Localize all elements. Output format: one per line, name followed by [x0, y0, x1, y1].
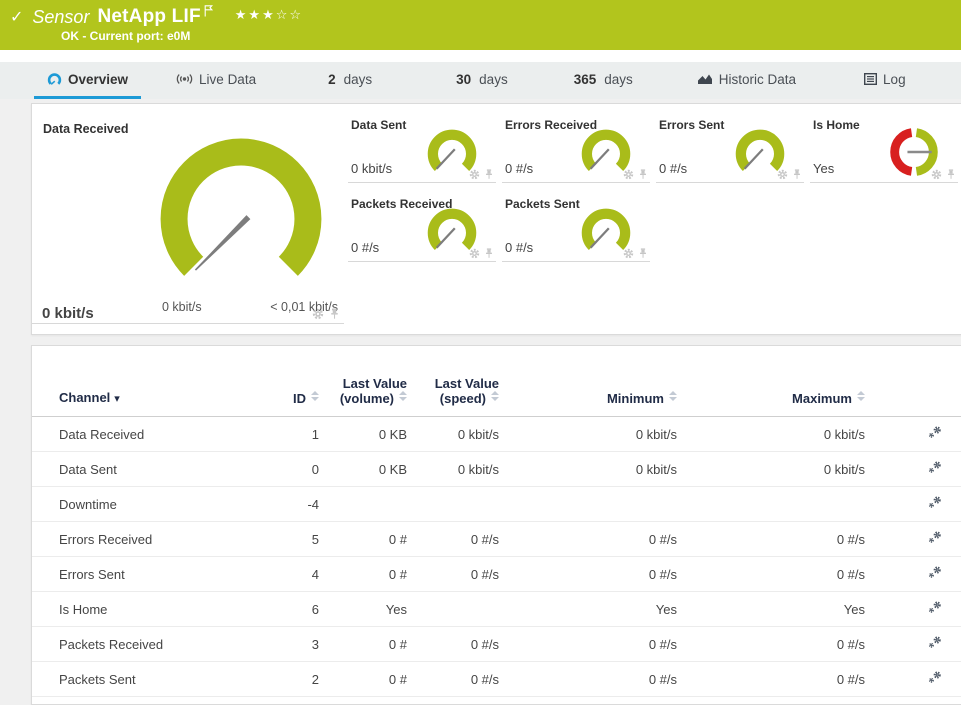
- empty-cell: [810, 191, 958, 262]
- column-header-channel[interactable]: Channel▾: [32, 346, 259, 417]
- tab-365-days[interactable]: 365days: [561, 62, 646, 99]
- tab-live-data[interactable]: Live Data: [163, 62, 269, 99]
- column-header-actions: [865, 346, 961, 417]
- pin-icon[interactable]: [329, 308, 340, 320]
- primary-gauge-title: Data Received: [43, 122, 128, 136]
- channel-name: Data Received: [32, 417, 259, 452]
- sort-icon: [491, 391, 499, 401]
- pin-icon[interactable]: [946, 169, 956, 180]
- channel-settings-gears-icon[interactable]: [928, 496, 942, 509]
- tab-log[interactable]: Log: [851, 62, 919, 99]
- tab-overview[interactable]: Overview: [34, 62, 141, 99]
- primary-gauge-value: 0 kbit/s: [42, 305, 94, 322]
- primary-gauge-cell: Data Received 0 kbit/s < 0,01 kbit/s 0 k…: [32, 112, 344, 324]
- channel-name: Is Home: [32, 592, 259, 627]
- table-row: Packets Received 3 0 # 0 #/s 0 #/s 0 #/s: [32, 627, 961, 662]
- table-header-row: Channel▾ ID Last Value(volume) Last Valu…: [32, 346, 961, 417]
- table-row: Errors Received 5 0 # 0 #/s 0 #/s 0 #/s: [32, 522, 961, 557]
- table-row: Data Received 1 0 KB 0 kbit/s 0 kbit/s 0…: [32, 417, 961, 452]
- column-header-maximum[interactable]: Maximum: [677, 346, 865, 417]
- sort-desc-icon: ▾: [114, 392, 120, 405]
- channel-settings-gears-icon[interactable]: [928, 601, 942, 614]
- pin-icon[interactable]: [638, 169, 648, 180]
- column-header-minimum[interactable]: Minimum: [499, 346, 677, 417]
- tab-30-days[interactable]: 30days: [443, 62, 521, 99]
- pin-icon[interactable]: [484, 169, 494, 180]
- pin-icon[interactable]: [484, 248, 494, 259]
- small-gauges-grid: Data Sent 0 kbit/s Errors Received 0 #/s…: [348, 112, 958, 334]
- object-kind-label: Sensor: [32, 7, 89, 28]
- tab-historic-data[interactable]: Historic Data: [684, 62, 809, 99]
- table-row: Downtime -4: [32, 487, 961, 522]
- gauge-cell-packets-sent: Packets Sent 0 #/s: [502, 191, 650, 262]
- sort-icon: [669, 391, 677, 401]
- gear-icon[interactable]: [931, 169, 942, 180]
- sensor-title: NetApp LIF: [97, 6, 200, 28]
- channel-settings-gears-icon[interactable]: [928, 531, 942, 544]
- pin-icon[interactable]: [638, 248, 648, 259]
- channel-name: Downtime: [32, 487, 259, 522]
- tab-2-days[interactable]: 2days: [315, 62, 385, 99]
- column-header-last-volume[interactable]: Last Value(volume): [319, 346, 407, 417]
- channels-panel: Channel▾ ID Last Value(volume) Last Valu…: [31, 345, 961, 705]
- empty-cell: [656, 191, 804, 262]
- gear-icon[interactable]: [777, 169, 788, 180]
- sort-icon: [857, 391, 865, 401]
- gauge-scale-min: 0 kbit/s: [162, 300, 202, 314]
- live-icon: [176, 73, 193, 85]
- table-row: Packets Sent 2 0 # 0 #/s 0 #/s 0 #/s: [32, 662, 961, 697]
- channels-table: Channel▾ ID Last Value(volume) Last Valu…: [32, 346, 961, 697]
- gear-icon[interactable]: [623, 169, 634, 180]
- priority-flag-icon[interactable]: [204, 4, 213, 22]
- gauge-icon: [47, 73, 62, 86]
- gear-icon[interactable]: [469, 169, 480, 180]
- gauge-cell-is-home: Is Home Yes: [810, 112, 958, 183]
- gauge-cell-packets-received: Packets Received 0 #/s: [348, 191, 496, 262]
- table-row: Is Home 6 Yes Yes Yes: [32, 592, 961, 627]
- gauges-panel: Data Received 0 kbit/s < 0,01 kbit/s 0 k…: [31, 103, 961, 335]
- channel-settings-gears-icon[interactable]: [928, 426, 942, 439]
- table-row: Data Sent 0 0 KB 0 kbit/s 0 kbit/s 0 kbi…: [32, 452, 961, 487]
- header-gap: [0, 50, 961, 62]
- column-header-id[interactable]: ID: [259, 346, 319, 417]
- log-icon: [864, 73, 877, 85]
- channel-name: Data Sent: [32, 452, 259, 487]
- priority-stars[interactable]: ★★★☆☆: [235, 8, 303, 23]
- channel-settings-gears-icon[interactable]: [928, 671, 942, 684]
- channel-name: Errors Sent: [32, 557, 259, 592]
- pin-icon[interactable]: [792, 169, 802, 180]
- sort-icon: [399, 391, 407, 401]
- primary-gauge: [148, 126, 334, 298]
- gear-icon[interactable]: [469, 248, 480, 259]
- sensor-status-text: OK - Current port: e0M: [61, 29, 961, 43]
- channel-settings-gears-icon[interactable]: [928, 636, 942, 649]
- tab-bar: Overview Live Data 2days 30days 365days …: [0, 62, 961, 99]
- column-header-last-speed[interactable]: Last Value(speed): [407, 346, 499, 417]
- gauge-cell-errors-received: Errors Received 0 #/s: [502, 112, 650, 183]
- channel-name: Errors Received: [32, 522, 259, 557]
- channel-settings-gears-icon[interactable]: [928, 566, 942, 579]
- gear-icon[interactable]: [312, 308, 324, 320]
- historic-chart-icon: [697, 73, 713, 85]
- channel-name: Packets Sent: [32, 662, 259, 697]
- gear-icon[interactable]: [623, 248, 634, 259]
- gauge-cell-data-sent: Data Sent 0 kbit/s: [348, 112, 496, 183]
- status-check-icon: ✓: [10, 9, 23, 25]
- table-row: Errors Sent 4 0 # 0 #/s 0 #/s 0 #/s: [32, 557, 961, 592]
- sort-icon: [311, 391, 319, 401]
- channel-settings-gears-icon[interactable]: [928, 461, 942, 474]
- gauge-cell-errors-sent: Errors Sent 0 #/s: [656, 112, 804, 183]
- channel-name: Packets Received: [32, 627, 259, 662]
- sensor-header: ✓ Sensor NetApp LIF ★★★☆☆ OK - Current p…: [0, 0, 961, 50]
